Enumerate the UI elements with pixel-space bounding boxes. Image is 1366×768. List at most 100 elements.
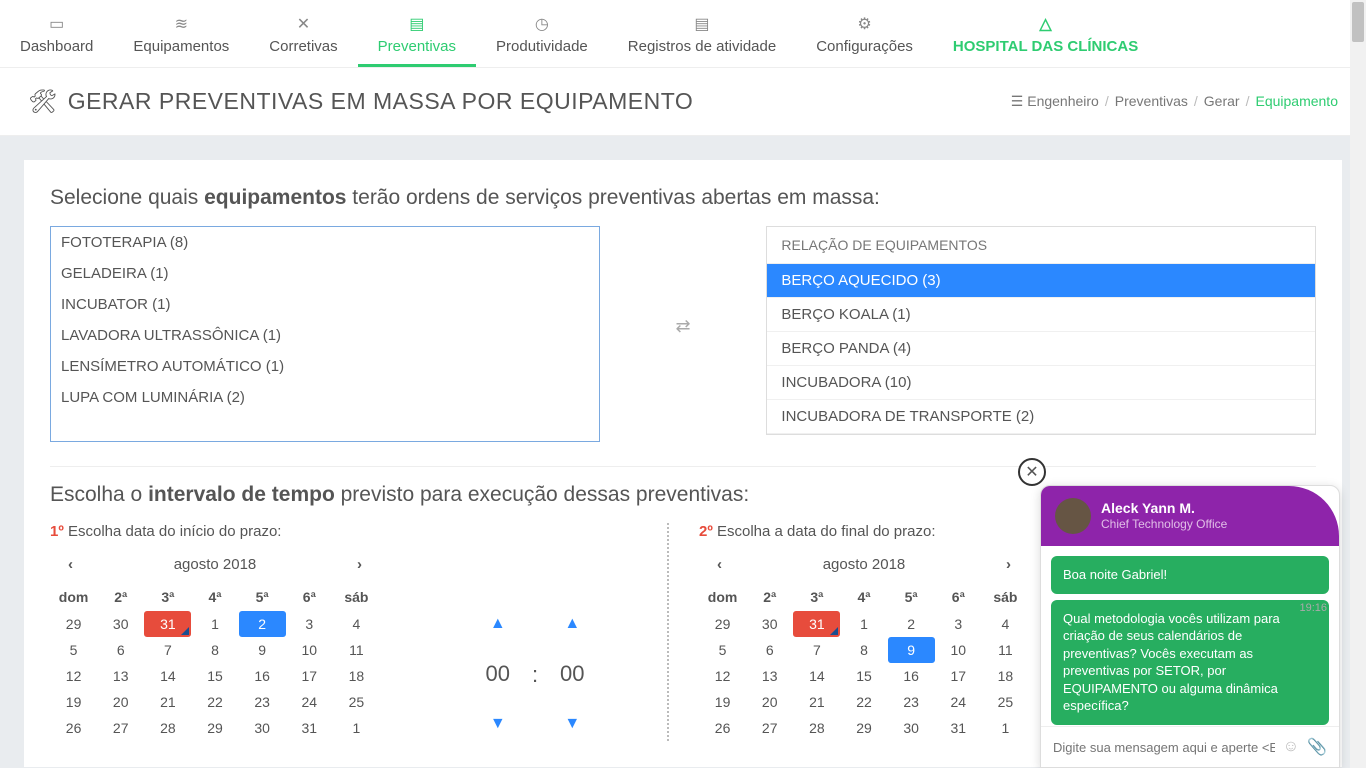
- calendar-day[interactable]: 11: [333, 637, 380, 663]
- calendar-day[interactable]: 11: [982, 637, 1029, 663]
- calendar-day[interactable]: 29: [191, 715, 238, 741]
- calendar-day[interactable]: 3: [286, 611, 333, 637]
- calendar-day[interactable]: 1: [840, 611, 887, 637]
- calendar-day[interactable]: 30: [97, 611, 144, 637]
- calendar-day[interactable]: 31: [793, 611, 840, 637]
- calendar-day[interactable]: 7: [144, 637, 191, 663]
- calendar-day[interactable]: 31: [286, 715, 333, 741]
- calendar-day[interactable]: 29: [50, 611, 97, 637]
- calendar-day[interactable]: 26: [50, 715, 97, 741]
- calendar-day[interactable]: 10: [286, 637, 333, 663]
- scrollbar-thumb[interactable]: [1352, 2, 1364, 42]
- next-month-icon[interactable]: ›: [349, 552, 370, 577]
- calendar-day[interactable]: 13: [97, 663, 144, 689]
- emoji-icon[interactable]: ☺: [1283, 738, 1299, 756]
- calendar-day[interactable]: 15: [840, 663, 887, 689]
- list-item[interactable]: INCUBATOR (1): [51, 289, 599, 320]
- calendar-day[interactable]: 9: [888, 637, 935, 663]
- calendar-day[interactable]: 28: [144, 715, 191, 741]
- calendar-day[interactable]: 16: [888, 663, 935, 689]
- calendar-day[interactable]: 23: [888, 689, 935, 715]
- calendar-day[interactable]: 8: [840, 637, 887, 663]
- available-equipment-list[interactable]: FOTOTERAPIA (8)GELADEIRA (1)INCUBATOR (1…: [50, 226, 600, 442]
- calendar-day[interactable]: 30: [888, 715, 935, 741]
- chevron-up-icon[interactable]: ▲: [560, 615, 584, 633]
- calendar-day[interactable]: 14: [793, 663, 840, 689]
- calendar-month[interactable]: agosto 2018: [823, 556, 906, 573]
- list-item[interactable]: BERÇO PANDA (4): [767, 332, 1315, 366]
- nav-registros-de-atividade[interactable]: ▤Registros de atividade: [608, 0, 796, 67]
- calendar-end[interactable]: ‹ agosto 2018 › dom2ª3ª4ª5ª6ªsáb29303112…: [699, 546, 1029, 741]
- calendar-day[interactable]: 18: [333, 663, 380, 689]
- calendar-day[interactable]: 30: [746, 611, 793, 637]
- prev-month-icon[interactable]: ‹: [709, 552, 730, 577]
- calendar-day[interactable]: 6: [746, 637, 793, 663]
- swap-icon[interactable]: ⇄: [600, 226, 767, 337]
- calendar-day[interactable]: 30: [239, 715, 286, 741]
- attach-icon[interactable]: 📎: [1307, 737, 1327, 757]
- calendar-day[interactable]: 16: [239, 663, 286, 689]
- list-item[interactable]: LUPA COM LUMINÁRIA (2): [51, 382, 599, 413]
- calendar-day[interactable]: 31: [935, 715, 982, 741]
- hour-value[interactable]: 00: [486, 661, 510, 687]
- nav-configurações[interactable]: ⚙Configurações: [796, 0, 933, 67]
- calendar-day[interactable]: 1: [333, 715, 380, 741]
- calendar-day[interactable]: 29: [699, 611, 746, 637]
- prev-month-icon[interactable]: ‹: [60, 552, 81, 577]
- calendar-day[interactable]: 2: [239, 611, 286, 637]
- nav-corretivas[interactable]: ✕Corretivas: [249, 0, 357, 67]
- nav-hospital-das-clínicas[interactable]: △HOSPITAL DAS CLÍNICAS: [933, 0, 1158, 67]
- calendar-day[interactable]: 7: [793, 637, 840, 663]
- calendar-day[interactable]: 29: [840, 715, 887, 741]
- calendar-day[interactable]: 15: [191, 663, 238, 689]
- calendar-day[interactable]: 12: [699, 663, 746, 689]
- calendar-day[interactable]: 1: [982, 715, 1029, 741]
- calendar-day[interactable]: 19: [699, 689, 746, 715]
- calendar-day[interactable]: 4: [333, 611, 380, 637]
- calendar-day[interactable]: 2: [888, 611, 935, 637]
- list-item[interactable]: BERÇO KOALA (1): [767, 298, 1315, 332]
- breadcrumb-item[interactable]: Gerar: [1204, 93, 1240, 109]
- calendar-day[interactable]: 6: [97, 637, 144, 663]
- chat-input[interactable]: [1053, 740, 1275, 755]
- chevron-down-icon[interactable]: ▼: [486, 715, 510, 733]
- breadcrumb-item[interactable]: Engenheiro: [1027, 93, 1099, 109]
- calendar-day[interactable]: 21: [793, 689, 840, 715]
- calendar-day[interactable]: 22: [840, 689, 887, 715]
- nav-produtividade[interactable]: ◷Produtividade: [476, 0, 608, 67]
- list-item[interactable]: GELADEIRA (1): [51, 258, 599, 289]
- calendar-day[interactable]: 21: [144, 689, 191, 715]
- calendar-day[interactable]: 27: [746, 715, 793, 741]
- calendar-day[interactable]: 3: [935, 611, 982, 637]
- calendar-day[interactable]: 5: [50, 637, 97, 663]
- calendar-day[interactable]: 4: [982, 611, 1029, 637]
- calendar-day[interactable]: 12: [50, 663, 97, 689]
- calendar-day[interactable]: 1: [191, 611, 238, 637]
- breadcrumb-item[interactable]: Preventivas: [1115, 93, 1188, 109]
- calendar-month[interactable]: agosto 2018: [174, 556, 257, 573]
- calendar-day[interactable]: 27: [97, 715, 144, 741]
- calendar-day[interactable]: 17: [935, 663, 982, 689]
- scrollbar[interactable]: [1350, 0, 1366, 768]
- chevron-up-icon[interactable]: ▲: [486, 615, 510, 633]
- calendar-day[interactable]: 10: [935, 637, 982, 663]
- calendar-day[interactable]: 25: [333, 689, 380, 715]
- nav-dashboard[interactable]: ▭Dashboard: [0, 0, 113, 67]
- minute-value[interactable]: 00: [560, 661, 584, 687]
- calendar-day[interactable]: 18: [982, 663, 1029, 689]
- list-item[interactable]: INCUBADORA DE TRANSPORTE (2): [767, 400, 1315, 434]
- next-month-icon[interactable]: ›: [998, 552, 1019, 577]
- list-item[interactable]: LAVADORA ULTRASSÔNICA (1): [51, 320, 599, 351]
- calendar-day[interactable]: 5: [699, 637, 746, 663]
- calendar-day[interactable]: 28: [793, 715, 840, 741]
- calendar-day[interactable]: 8: [191, 637, 238, 663]
- time-picker-start[interactable]: ▲ 00 ▼ : ▲ 00 ▼: [410, 606, 660, 741]
- calendar-day[interactable]: 13: [746, 663, 793, 689]
- list-item[interactable]: BERÇO AQUECIDO (3): [767, 264, 1315, 298]
- breadcrumb-item[interactable]: Equipamento: [1255, 93, 1338, 109]
- calendar-day[interactable]: 14: [144, 663, 191, 689]
- chevron-down-icon[interactable]: ▼: [560, 715, 584, 733]
- nav-equipamentos[interactable]: ≋Equipamentos: [113, 0, 249, 67]
- list-item[interactable]: INCUBADORA (10): [767, 366, 1315, 400]
- calendar-day[interactable]: 26: [699, 715, 746, 741]
